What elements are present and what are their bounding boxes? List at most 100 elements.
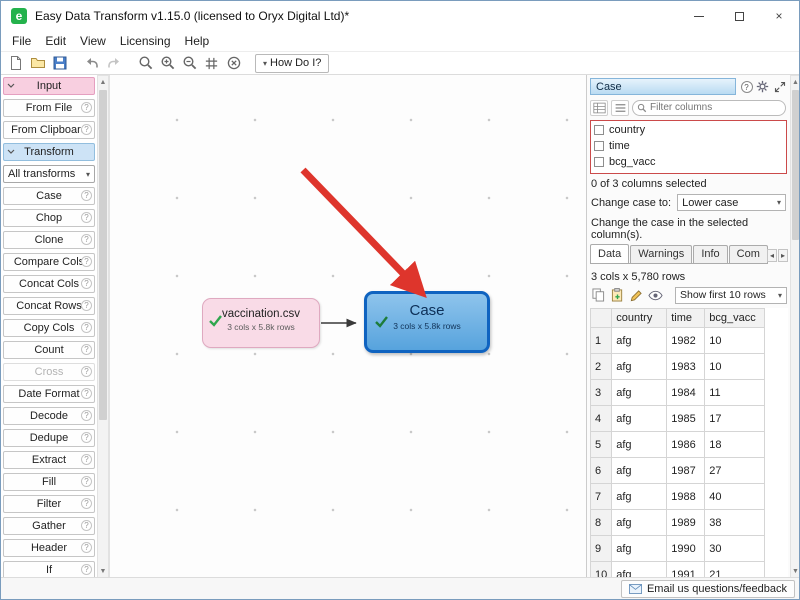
input-node-vaccination[interactable]: vaccination.csv 3 cols x 5.8k rows (202, 298, 320, 348)
scroll-up-icon[interactable]: ▲ (98, 76, 108, 89)
help-icon[interactable]: ? (81, 102, 92, 113)
panel-settings-button[interactable] (755, 79, 770, 94)
zoom-in-icon[interactable] (158, 54, 177, 73)
transform-item-gather[interactable]: Gather? (3, 517, 95, 535)
help-icon[interactable]: ? (81, 476, 92, 487)
column-list[interactable]: countrytimebcg_vacc (590, 120, 787, 174)
checkbox[interactable] (594, 157, 604, 167)
transform-item-fill[interactable]: Fill? (3, 473, 95, 491)
zoom-to-fit-icon[interactable] (136, 54, 155, 73)
scroll-up-icon[interactable]: ▲ (791, 76, 800, 89)
transform-item-count[interactable]: Count? (3, 341, 95, 359)
help-icon[interactable]: ? (81, 212, 92, 223)
input-section-header[interactable]: Input (3, 77, 95, 95)
help-icon[interactable]: ? (81, 190, 92, 201)
transform-node-case[interactable]: Case 3 cols x 5.8k rows (364, 291, 490, 353)
open-file-icon[interactable] (28, 54, 47, 73)
data-cell: 1988 (667, 484, 705, 510)
menu-licensing[interactable]: Licensing (113, 32, 178, 50)
help-icon[interactable]: ? (81, 388, 92, 399)
column-list-item[interactable]: bcg_vacc (594, 154, 783, 170)
filter-columns-input[interactable] (650, 102, 760, 113)
menu-edit[interactable]: Edit (38, 32, 73, 50)
help-icon[interactable]: ? (81, 542, 92, 553)
transform-item-compare-cols[interactable]: Compare Cols? (3, 253, 95, 271)
zoom-out-icon[interactable] (180, 54, 199, 73)
transform-item-clone[interactable]: Clone? (3, 231, 95, 249)
change-case-dropdown[interactable]: Lower case ▾ (677, 194, 786, 211)
help-icon[interactable]: ? (81, 520, 92, 531)
transform-item-dedupe[interactable]: Dedupe? (3, 429, 95, 447)
help-icon[interactable]: ? (81, 322, 92, 333)
transform-item-concat-cols[interactable]: Concat Cols? (3, 275, 95, 293)
help-icon[interactable]: ? (81, 300, 92, 311)
checkbox[interactable] (594, 125, 604, 135)
column-header[interactable]: time (667, 309, 705, 328)
menu-help[interactable]: Help (178, 32, 217, 50)
transform-item-extract[interactable]: Extract? (3, 451, 95, 469)
new-file-icon[interactable] (6, 54, 25, 73)
disconnect-icon[interactable] (224, 54, 243, 73)
help-icon[interactable]: ? (81, 366, 92, 377)
from-file-button[interactable]: From File ? (3, 99, 95, 117)
tab-data[interactable]: Data (590, 244, 629, 264)
how-do-i-button[interactable]: ▾ How Do I? (255, 54, 329, 73)
transform-item-concat-rows[interactable]: Concat Rows? (3, 297, 95, 315)
tab-scroll-left-icon[interactable]: ◂ (767, 249, 777, 262)
help-icon[interactable]: ? (81, 124, 92, 135)
minimize-button[interactable] (679, 1, 719, 31)
select-all-columns-button[interactable] (590, 100, 608, 116)
transform-item-decode[interactable]: Decode? (3, 407, 95, 425)
transform-item-header[interactable]: Header? (3, 539, 95, 557)
feedback-button[interactable]: Email us questions/feedback (621, 580, 795, 598)
paste-icon[interactable] (609, 287, 626, 303)
help-icon[interactable]: ? (81, 278, 92, 289)
menu-view[interactable]: View (73, 32, 113, 50)
from-clipboard-button[interactable]: From Clipboard ? (3, 121, 95, 139)
column-header[interactable]: country (612, 309, 667, 328)
tab-com[interactable]: Com (729, 245, 768, 263)
column-header[interactable]: bcg_vacc (705, 309, 765, 328)
save-icon[interactable] (50, 54, 69, 73)
transform-item-date-format[interactable]: Date Format? (3, 385, 95, 403)
panel-expand-button[interactable] (772, 79, 787, 94)
preview-eye-icon[interactable] (647, 287, 664, 303)
undo-icon[interactable] (82, 54, 101, 73)
redo-icon[interactable] (104, 54, 123, 73)
help-icon[interactable]: ? (81, 454, 92, 465)
transform-section-header[interactable]: Transform (3, 143, 95, 161)
column-list-item[interactable]: country (594, 122, 783, 138)
help-icon[interactable]: ? (81, 234, 92, 245)
maximize-button[interactable] (719, 1, 759, 31)
tab-scroll-right-icon[interactable]: ▸ (778, 249, 788, 262)
help-icon[interactable]: ? (81, 564, 92, 575)
transform-item-filter[interactable]: Filter? (3, 495, 95, 513)
help-icon[interactable]: ? (81, 498, 92, 509)
checkbox[interactable] (594, 141, 604, 151)
scrollbar-thumb[interactable] (99, 90, 107, 420)
close-button[interactable]: × (759, 1, 799, 31)
transform-item-case[interactable]: Case? (3, 187, 95, 205)
panel-help-button[interactable]: ? (739, 79, 754, 94)
tab-warnings[interactable]: Warnings (630, 245, 692, 263)
list-view-button[interactable] (611, 100, 629, 116)
column-list-item[interactable]: time (594, 138, 783, 154)
help-icon[interactable]: ? (81, 256, 92, 267)
copy-icon[interactable] (590, 287, 607, 303)
menu-file[interactable]: File (5, 32, 38, 50)
sidebar-scrollbar[interactable]: ▲ ▼ (97, 75, 109, 579)
toggle-grid-icon[interactable] (202, 54, 221, 73)
tab-info[interactable]: Info (693, 245, 727, 263)
transform-item-copy-cols[interactable]: Copy Cols? (3, 319, 95, 337)
scrollbar-thumb[interactable] (792, 90, 799, 240)
edit-icon[interactable] (628, 287, 645, 303)
help-icon[interactable]: ? (81, 410, 92, 421)
help-icon[interactable]: ? (81, 432, 92, 443)
transform-item-chop[interactable]: Chop? (3, 209, 95, 227)
help-icon[interactable]: ? (81, 344, 92, 355)
transform-filter-dropdown[interactable]: All transforms ▾ (3, 165, 95, 183)
show-rows-dropdown[interactable]: Show first 10 rows ▾ (675, 287, 787, 304)
canvas[interactable]: vaccination.csv 3 cols x 5.8k rows Case … (109, 75, 586, 579)
panel-scrollbar[interactable]: ▲ ▼ (790, 75, 800, 579)
filter-columns-box[interactable] (632, 100, 786, 116)
